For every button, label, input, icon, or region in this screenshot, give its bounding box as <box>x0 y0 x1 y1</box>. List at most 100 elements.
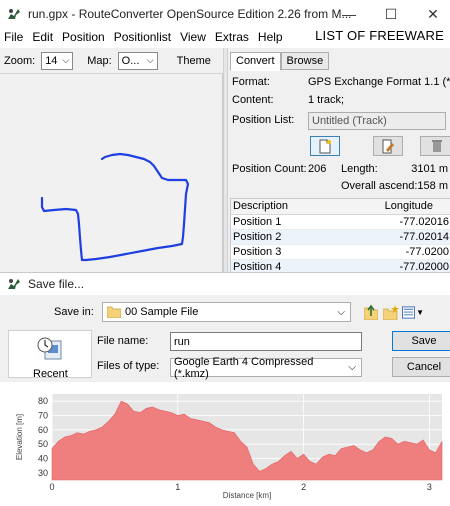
chevron-down-icon: ▼ <box>416 307 424 317</box>
rename-position-list-button[interactable] <box>373 136 403 156</box>
menu-file[interactable]: File <box>0 30 28 44</box>
save-in-value: 00 Sample File <box>125 306 199 318</box>
map-value: O... <box>121 54 140 67</box>
tab-strip: Convert Browse <box>230 52 330 71</box>
cell-description: Position 3 <box>233 246 282 258</box>
elevation-profile: 30 40 50 60 70 80 0 1 2 3 Distance [km] Elevatio… <box>0 382 450 506</box>
y-axis-label: Elevation [m] <box>15 414 24 460</box>
content-value: 1 track; <box>308 94 345 106</box>
cell-longitude: -77.02014 <box>399 231 449 243</box>
y-tick-label: 80 <box>38 396 48 406</box>
menu-help[interactable]: Help <box>254 30 288 44</box>
new-document-icon <box>319 139 331 153</box>
theme-label: Theme <box>176 54 211 67</box>
save-file-dialog: Save file... Save in: 00 Sample File ⌵ ▼… <box>0 272 450 382</box>
zoom-value: 14 <box>45 54 58 67</box>
delete-position-list-button[interactable] <box>420 136 450 156</box>
length-value: 3101 m <box>411 163 448 175</box>
y-tick-label: 50 <box>38 439 48 449</box>
save-in-select[interactable]: 00 Sample File ⌵ <box>102 302 351 322</box>
new-folder-icon[interactable] <box>383 305 399 320</box>
cell-description: Position 2 <box>233 231 282 243</box>
y-tick-label: 60 <box>38 425 48 435</box>
position-list-value: Untitled (Track) <box>312 115 387 127</box>
tab-browse[interactable]: Browse <box>280 52 330 70</box>
cancel-button[interactable]: Cancel <box>392 357 450 377</box>
window-title: run.gpx - RouteConverter OpenSource Edit… <box>28 7 352 21</box>
cell-description: Position 4 <box>233 261 282 272</box>
position-list-select[interactable]: Untitled (Track) <box>308 112 446 130</box>
menu-extras[interactable]: Extras <box>211 30 254 44</box>
dialog-title: Save file... <box>28 277 85 291</box>
format-label: Format: <box>232 76 270 88</box>
route-track <box>40 152 190 262</box>
cell-longitude: -77.02016 <box>399 216 449 228</box>
format-value: GPS Exchange Format 1.1 (*.gpx) <box>308 76 450 88</box>
x-tick-label: 3 <box>427 482 432 492</box>
trash-icon <box>432 140 442 152</box>
cell-longitude: -77.0200 <box>405 246 449 258</box>
chevron-down-icon: ⌵ <box>62 55 70 65</box>
y-tick-label: 70 <box>38 411 48 421</box>
view-menu-button[interactable]: ▼ <box>402 304 424 320</box>
save-button[interactable]: Save <box>392 331 450 351</box>
ascend-label: Overall ascend: <box>341 180 418 192</box>
y-tick-label: 30 <box>38 468 48 478</box>
position-count-label: Position Count: <box>232 163 307 175</box>
menu-position[interactable]: Position <box>58 30 110 44</box>
up-folder-icon[interactable] <box>364 304 378 320</box>
edit-document-icon <box>382 139 394 153</box>
window-titlebar: run.gpx - RouteConverter OpenSource Edit… <box>0 0 450 28</box>
dialog-titlebar: Save file... <box>0 273 450 295</box>
content-label: Content: <box>232 94 274 106</box>
close-button[interactable]: ✕ <box>416 0 450 28</box>
map-label: Map: <box>87 54 112 67</box>
save-in-label: Save in: <box>54 306 94 318</box>
details-view-icon <box>402 305 416 319</box>
y-tick-label: 40 <box>38 454 48 464</box>
x-axis-label: Distance [km] <box>223 491 271 500</box>
routeconverter-app-icon <box>8 9 20 19</box>
table-row[interactable]: Position 3 -77.0200 <box>231 245 450 260</box>
watermark-text: LIST OF FREEWARE <box>315 28 444 43</box>
recent-items-button[interactable]: Recent <box>8 330 92 380</box>
x-tick-label: 1 <box>175 482 180 492</box>
cell-description: Position 1 <box>233 216 282 228</box>
column-header-description[interactable]: Description <box>231 199 329 214</box>
positions-table: Description Longitude Position 1 -77.020… <box>230 198 450 272</box>
recent-label: Recent <box>33 368 68 380</box>
files-of-type-label: Files of type: <box>97 360 160 372</box>
menu-positionlist[interactable]: Positionlist <box>110 30 176 44</box>
column-header-longitude[interactable]: Longitude <box>329 199 450 214</box>
new-position-list-button[interactable] <box>310 136 340 156</box>
table-row[interactable]: Position 1 -77.02016 <box>231 215 450 230</box>
minimize-button[interactable]: — <box>332 0 366 28</box>
folder-icon <box>107 306 121 318</box>
chevron-down-icon: ⌵ <box>146 55 154 65</box>
tab-convert[interactable]: Convert <box>230 52 281 71</box>
map-select[interactable]: O... ⌵ <box>117 51 158 70</box>
ascend-value: 158 m <box>417 180 448 192</box>
x-tick-label: 2 <box>301 482 306 492</box>
zoom-select[interactable]: 14 ⌵ <box>41 51 74 70</box>
map-toolbar: Zoom: 14 ⌵ Map: O... ⌵ Theme <box>0 48 223 74</box>
zoom-label: Zoom: <box>4 54 36 67</box>
files-of-type-select[interactable]: Google Earth 4 Compressed (*.kmz) ⌵ <box>170 355 362 380</box>
menu-edit[interactable]: Edit <box>28 30 58 44</box>
table-row[interactable]: Position 2 -77.02014 <box>231 230 450 245</box>
files-of-type-value: Google Earth 4 Compressed (*.kmz) <box>174 355 314 380</box>
table-header: Description Longitude <box>231 199 450 215</box>
maximize-button[interactable]: ☐ <box>374 0 408 28</box>
table-row[interactable]: Position 4 -77.02000 <box>231 260 450 272</box>
convert-panel: Convert Browse Format: GPS Exchange Form… <box>228 48 450 272</box>
position-count-value: 206 <box>308 163 327 175</box>
file-name-input[interactable] <box>170 332 362 351</box>
elevation-chart: 30 40 50 60 70 80 0 1 2 3 Distance [km] Elevatio… <box>15 394 443 500</box>
chevron-down-icon: ⌵ <box>337 306 345 318</box>
x-tick-label: 0 <box>49 482 54 492</box>
map-view[interactable] <box>0 74 223 272</box>
position-list-label: Position List: <box>232 114 295 126</box>
routeconverter-app-icon <box>8 279 20 289</box>
file-name-label: File name: <box>97 335 149 347</box>
menu-view[interactable]: View <box>176 30 211 44</box>
